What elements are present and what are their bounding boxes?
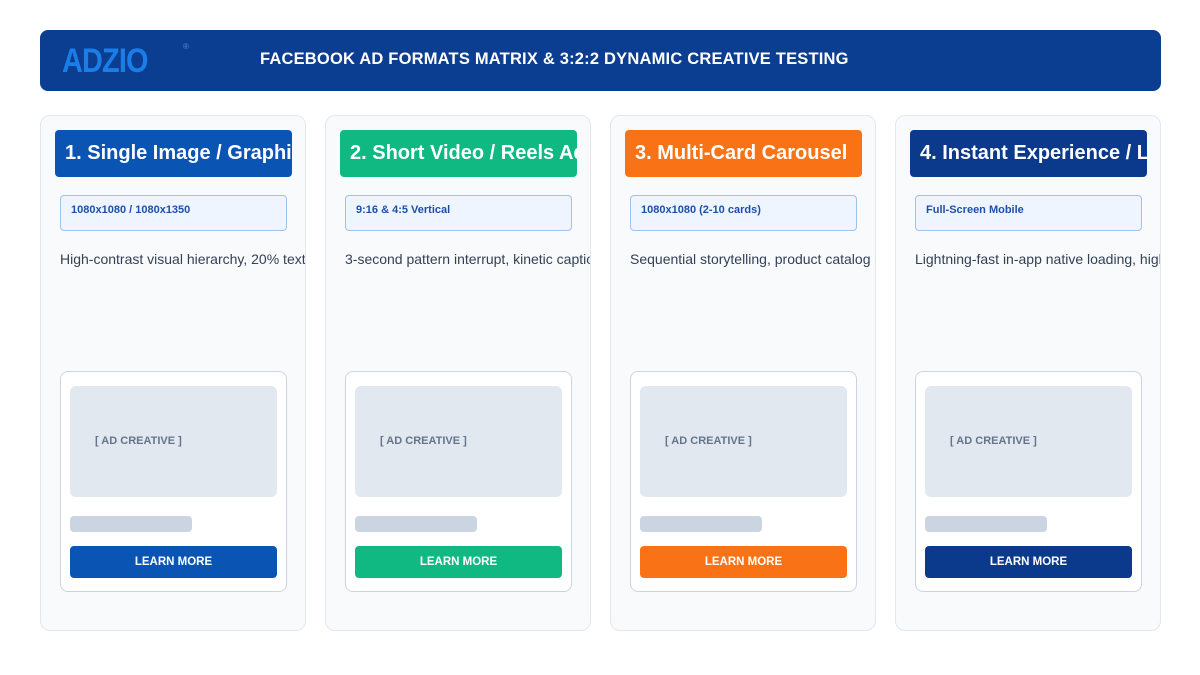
learn-more-button[interactable]: LEARN MORE — [925, 546, 1132, 578]
brand-logo[interactable]: ADZIO — [62, 42, 149, 80]
skeleton-text-line — [355, 516, 477, 532]
card-description: High-contrast visual hierarchy, 20% text… — [60, 251, 306, 267]
spec-badge: 9:16 & 4:5 Vertical — [345, 195, 572, 231]
skeleton-text-line — [70, 516, 192, 532]
skeleton-text-line — [925, 516, 1047, 532]
format-card-single-image: 1. Single Image / Graphic 1080x1080 / 10… — [40, 115, 306, 631]
header-banner: ADZIO ® FACEBOOK AD FORMATS MATRIX & 3:2… — [40, 30, 1161, 91]
spec-badge: Full-Screen Mobile — [915, 195, 1142, 231]
card-description: 3-second pattern interrupt, kinetic capt… — [345, 251, 591, 267]
creative-label: [ AD CREATIVE ] — [665, 435, 752, 447]
format-card-carousel: 3. Multi-Card Carousel 1080x1080 (2-10 c… — [610, 115, 876, 631]
page-title: FACEBOOK AD FORMATS MATRIX & 3:2:2 DYNAM… — [260, 50, 849, 68]
card-title: 2. Short Video / Reels Ads — [340, 130, 577, 177]
learn-more-button[interactable]: LEARN MORE — [70, 546, 277, 578]
card-title: 1. Single Image / Graphic — [55, 130, 292, 177]
ad-preview: [ AD CREATIVE ] LEARN MORE — [60, 371, 287, 592]
card-description: Lightning-fast in-app native loading, hi… — [915, 251, 1160, 267]
skeleton-text-line — [640, 516, 762, 532]
format-card-short-video: 2. Short Video / Reels Ads 9:16 & 4:5 Ve… — [325, 115, 591, 631]
spec-badge: 1080x1080 / 1080x1350 — [60, 195, 287, 231]
spec-badge: 1080x1080 (2-10 cards) — [630, 195, 857, 231]
ad-preview: [ AD CREATIVE ] LEARN MORE — [630, 371, 857, 592]
creative-label: [ AD CREATIVE ] — [380, 435, 467, 447]
ad-creative-placeholder: [ AD CREATIVE ] — [925, 386, 1132, 497]
ad-preview: [ AD CREATIVE ] LEARN MORE — [345, 371, 572, 592]
card-title: 3. Multi-Card Carousel — [625, 130, 862, 177]
ad-creative-placeholder: [ AD CREATIVE ] — [70, 386, 277, 497]
learn-more-button[interactable]: LEARN MORE — [355, 546, 562, 578]
ad-creative-placeholder: [ AD CREATIVE ] — [355, 386, 562, 497]
creative-label: [ AD CREATIVE ] — [950, 435, 1037, 447]
creative-label: [ AD CREATIVE ] — [95, 435, 182, 447]
ad-creative-placeholder: [ AD CREATIVE ] — [640, 386, 847, 497]
format-card-instant-experience: 4. Instant Experience / Lead Full-Screen… — [895, 115, 1161, 631]
card-title: 4. Instant Experience / Lead — [910, 130, 1147, 177]
ad-preview: [ AD CREATIVE ] LEARN MORE — [915, 371, 1142, 592]
registered-mark: ® — [183, 42, 189, 51]
card-description: Sequential storytelling, product catalog… — [630, 251, 875, 267]
learn-more-button[interactable]: LEARN MORE — [640, 546, 847, 578]
